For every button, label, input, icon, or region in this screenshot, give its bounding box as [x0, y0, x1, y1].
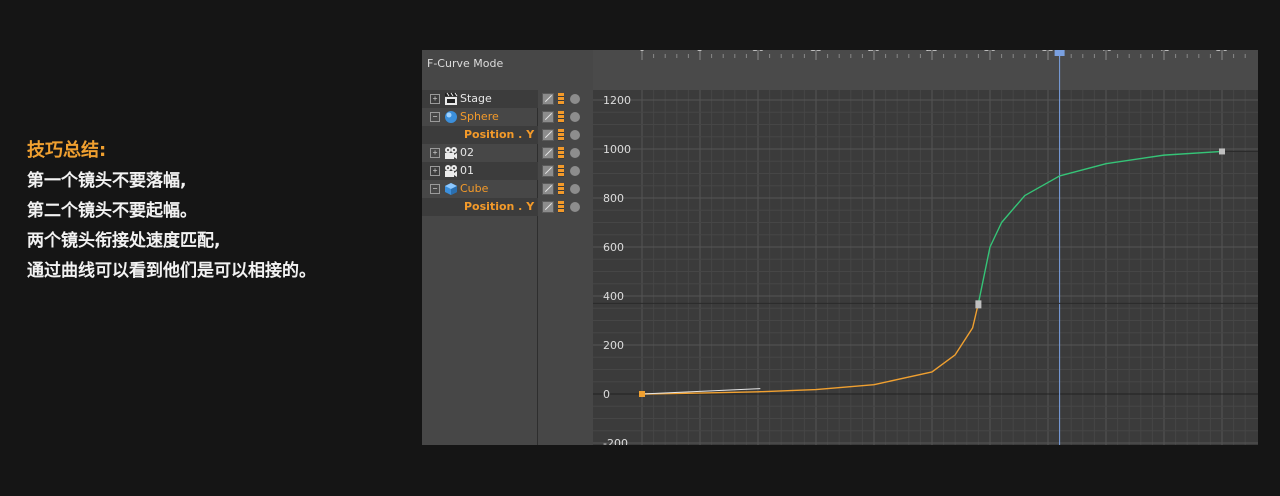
y-tick-label: 600	[603, 241, 624, 254]
control-row	[538, 108, 593, 126]
edit-toggle-icon[interactable]	[542, 129, 554, 141]
control-row	[538, 126, 593, 144]
ruler-tick-label: 30	[984, 50, 997, 54]
y-tick-label: -200	[603, 437, 628, 445]
notes-title: 技巧总结:	[27, 140, 107, 161]
control-row	[538, 198, 593, 216]
edit-toggle-icon[interactable]	[542, 111, 554, 123]
tree-row-camera-02[interactable]: + 02	[422, 144, 538, 162]
tree-item-label: Stage	[460, 92, 492, 105]
tree-row-cube[interactable]: − Cube	[422, 180, 538, 198]
ruler-tick-label: 25	[926, 50, 939, 54]
notes-line: 通过曲线可以看到他们是可以相接的。	[27, 261, 316, 281]
fcurve-editor: F-Curve Mode + Stage − Sphere Position .…	[422, 43, 1258, 450]
fcurve-graph[interactable]: 0 5 10 15 20 25 30 35 40 45 50 1200 1000 800 600 400 200…	[593, 43, 1258, 450]
tree-item-label: 01	[460, 164, 474, 177]
record-dot-icon[interactable]	[570, 202, 580, 212]
ruler-tick-label: 20	[868, 50, 881, 54]
tree-item-label: Cube	[460, 182, 489, 195]
ruler-tick-label: 40	[1100, 50, 1113, 54]
fcurve-canvas[interactable]: 0 5 10 15 20 25 30 35 40 45 50 1200 1000 800 600 400 200…	[593, 43, 1258, 450]
cube-icon	[444, 182, 458, 196]
tree-row-track[interactable]: Position . Y	[422, 126, 538, 144]
keyframe-point	[639, 391, 645, 397]
control-row	[538, 144, 593, 162]
record-dot-icon[interactable]	[570, 94, 580, 104]
collapse-icon[interactable]: −	[430, 112, 440, 122]
object-list-panel: F-Curve Mode + Stage − Sphere Position .…	[422, 50, 593, 445]
track-color-icon	[558, 201, 564, 213]
track-color-icon	[558, 93, 564, 105]
y-tick-label: 1200	[603, 94, 631, 107]
track-color-icon	[558, 111, 564, 123]
control-row	[538, 162, 593, 180]
y-tick-label: 400	[603, 290, 624, 303]
y-tick-label: 1000	[603, 143, 631, 156]
camera-icon	[444, 146, 458, 160]
y-tick-label: 0	[603, 388, 610, 401]
record-dot-icon[interactable]	[570, 148, 580, 158]
collapse-icon[interactable]: −	[430, 184, 440, 194]
camera-icon	[444, 164, 458, 178]
mode-label: F-Curve Mode	[427, 57, 504, 70]
y-tick-label: 800	[603, 192, 624, 205]
record-dot-icon[interactable]	[570, 112, 580, 122]
ruler-tick-label: 5	[697, 50, 703, 54]
track-color-icon	[558, 165, 564, 177]
tree-row-sphere[interactable]: − Sphere	[422, 108, 538, 126]
edit-toggle-icon[interactable]	[542, 183, 554, 195]
edit-toggle-icon[interactable]	[542, 165, 554, 177]
record-dot-icon[interactable]	[570, 184, 580, 194]
tree-item-label: 02	[460, 146, 474, 159]
edit-toggle-icon[interactable]	[542, 93, 554, 105]
tree-row-track[interactable]: Position . Y	[422, 198, 538, 216]
ruler-tick-label: 50	[1216, 50, 1229, 54]
object-tree: + Stage − Sphere Position . Y + 02 + 01 …	[422, 90, 538, 216]
keyframe-point	[975, 300, 982, 309]
edit-toggle-icon[interactable]	[542, 201, 554, 213]
ruler-tick-label: 45	[1158, 50, 1171, 54]
track-controls	[538, 90, 593, 216]
notes-line: 两个镜头衔接处速度匹配,	[27, 231, 221, 251]
ruler-tick-label: 35	[1042, 50, 1055, 54]
control-row	[538, 90, 593, 108]
ruler-tick-label: 15	[810, 50, 823, 54]
sphere-icon	[444, 110, 458, 124]
expand-icon[interactable]: +	[430, 148, 440, 158]
tree-row-stage[interactable]: + Stage	[422, 90, 538, 108]
ruler-tick-label: 10	[752, 50, 765, 54]
notes-line: 第二个镜头不要起幅。	[27, 201, 197, 221]
edit-toggle-icon[interactable]	[542, 147, 554, 159]
clapperboard-icon	[444, 92, 458, 106]
track-label: Position . Y	[464, 200, 535, 213]
record-dot-icon[interactable]	[570, 130, 580, 140]
track-label: Position . Y	[464, 128, 535, 141]
control-row	[538, 180, 593, 198]
summary-notes: 技巧总结: 第一个镜头不要落幅, 第二个镜头不要起幅。 两个镜头衔接处速度匹配,…	[27, 136, 316, 286]
tree-item-label: Sphere	[460, 110, 499, 123]
frame-ruler	[593, 50, 1258, 90]
keyframe-point	[1219, 148, 1225, 155]
track-color-icon	[558, 129, 564, 141]
notes-line: 第一个镜头不要落幅,	[27, 171, 187, 191]
tree-row-camera-01[interactable]: + 01	[422, 162, 538, 180]
expand-icon[interactable]: +	[430, 94, 440, 104]
record-dot-icon[interactable]	[570, 166, 580, 176]
y-tick-label: 200	[603, 339, 624, 352]
track-color-icon	[558, 183, 564, 195]
track-color-icon	[558, 147, 564, 159]
ruler-tick-label: 0	[639, 50, 645, 54]
expand-icon[interactable]: +	[430, 166, 440, 176]
